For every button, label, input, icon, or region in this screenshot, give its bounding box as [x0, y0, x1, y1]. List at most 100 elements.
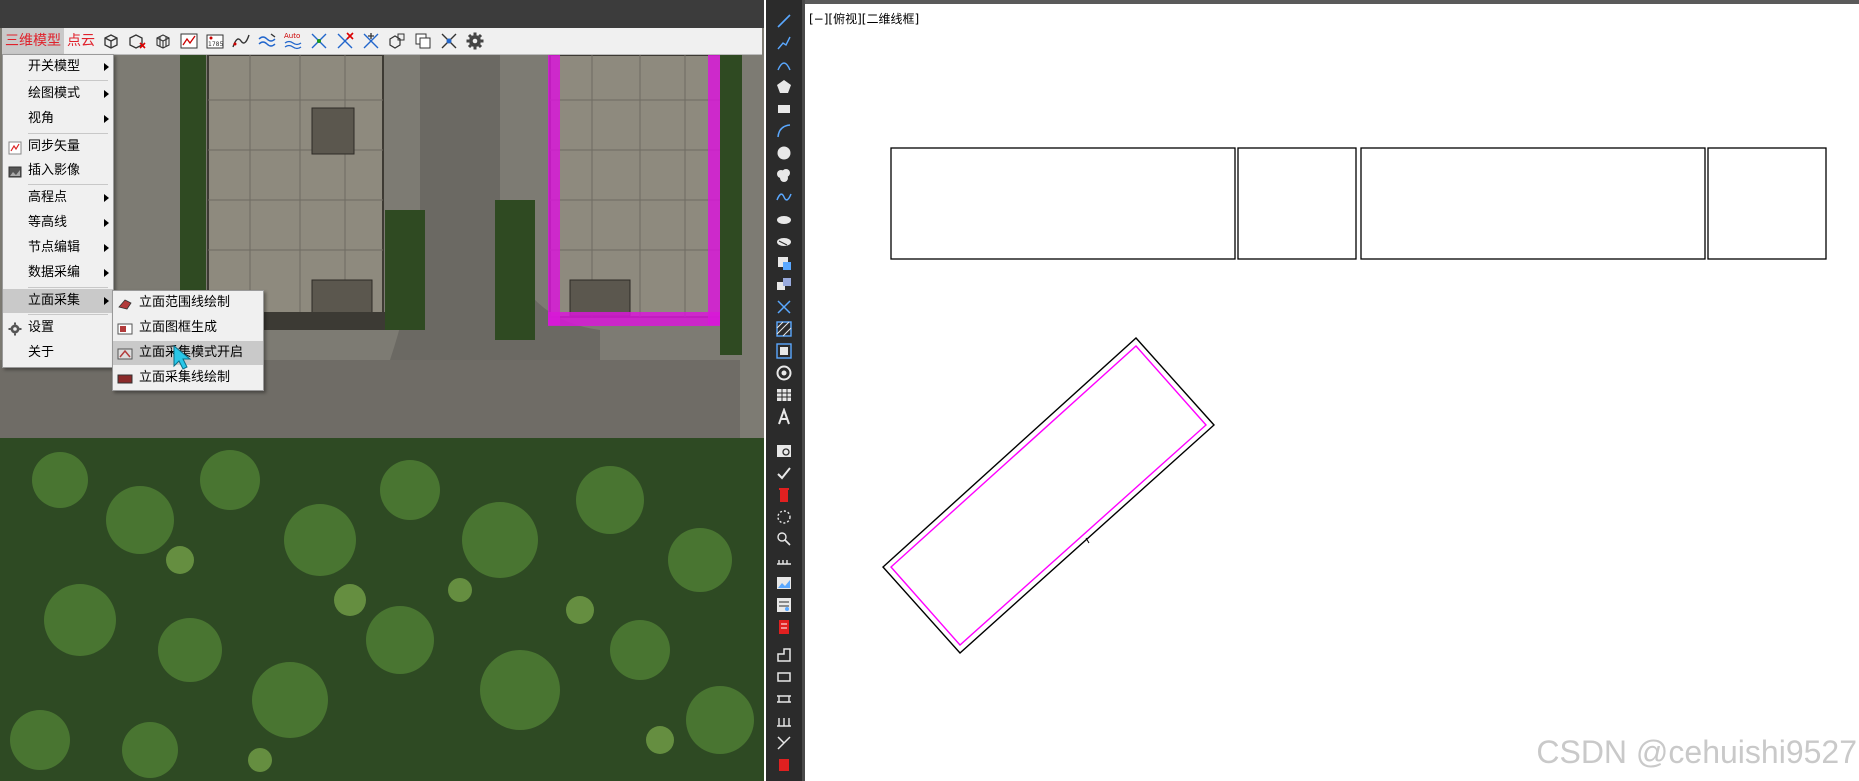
- menu-item-toggle-model[interactable]: 开关模型: [3, 55, 113, 79]
- dim-rect-icon[interactable]: [775, 668, 793, 686]
- polygon-icon[interactable]: [775, 78, 793, 96]
- menu-item-node-edit[interactable]: 节点编辑: [3, 236, 113, 260]
- submenu-arrow-icon: [104, 269, 109, 277]
- facade-frame-3: [1360, 147, 1706, 260]
- menu-item-about[interactable]: 关于: [3, 341, 113, 365]
- layer-icon[interactable]: [412, 30, 434, 52]
- submenu-item-facade-range[interactable]: 立面范围线绘制: [113, 291, 263, 315]
- break-icon[interactable]: [775, 508, 793, 526]
- dim-continue-icon[interactable]: [775, 690, 793, 708]
- menu-item-sync-vector[interactable]: 同步矢量: [3, 135, 113, 159]
- cube-frame-icon[interactable]: [100, 30, 122, 52]
- facade-mode-icon: [117, 346, 133, 360]
- cad-draw-toolbar: [766, 0, 802, 781]
- attribute-icon[interactable]: [775, 464, 793, 482]
- submenu-arrow-icon: [104, 90, 109, 98]
- hatch-icon[interactable]: [775, 320, 793, 338]
- ellipse-icon[interactable]: [775, 210, 793, 228]
- cube-delete-icon[interactable]: [126, 30, 148, 52]
- red-marker-icon[interactable]: [775, 618, 793, 636]
- building-outline: [882, 337, 1215, 654]
- facade-frame-2: [1237, 147, 1357, 260]
- menu-separator: [28, 287, 108, 288]
- menu-item-data-collect[interactable]: 数据采编: [3, 261, 113, 285]
- region-icon[interactable]: [775, 364, 793, 382]
- cursor-pointer-icon: [173, 344, 192, 370]
- wave-icon[interactable]: [256, 30, 278, 52]
- svg-text:Auto: Auto: [284, 32, 300, 40]
- point-icon[interactable]: [775, 298, 793, 316]
- menu-point-cloud[interactable]: 点云: [64, 28, 98, 54]
- elevation-marker-icon[interactable]: 1785: [204, 30, 226, 52]
- cube-wire-icon[interactable]: [152, 30, 174, 52]
- facade-submenu: 立面范围线绘制 立面图框生成 立面采集模式开启 立面采集线绘制: [112, 290, 264, 391]
- make-block-icon[interactable]: [775, 276, 793, 294]
- dim-style-icon[interactable]: [775, 734, 793, 752]
- submenu-arrow-icon: [104, 219, 109, 227]
- ellipse-arc-icon[interactable]: [775, 232, 793, 250]
- circle-icon[interactable]: [775, 144, 793, 162]
- facade-range-icon: [117, 296, 133, 310]
- menu-item-insert-image[interactable]: 插入影像: [3, 159, 113, 183]
- menu-item-facade-collect[interactable]: 立面采集: [3, 289, 113, 313]
- gradient-icon[interactable]: [775, 342, 793, 360]
- menu-item-settings[interactable]: 设置: [3, 316, 113, 340]
- submenu-arrow-icon: [104, 244, 109, 252]
- model-viewport[interactable]: 三维模型 点云 1785 Auto 开关模型 绘图模式 视角 同步矢量 插入影像…: [0, 0, 764, 781]
- revision-cloud-icon[interactable]: [775, 166, 793, 184]
- cad-model-space[interactable]: [−][俯视][二维线框] CSDN @cehuishi9527: [805, 0, 1859, 781]
- image-icon[interactable]: [775, 574, 793, 592]
- model-dropdown-menu: 开关模型 绘图模式 视角 同步矢量 插入影像 高程点 等高线 节点编辑 数据采编…: [2, 54, 114, 368]
- svg-text:1785: 1785: [208, 41, 223, 48]
- node-move-icon[interactable]: [360, 30, 382, 52]
- join-icon[interactable]: [775, 530, 793, 548]
- insert-block-icon[interactable]: [775, 254, 793, 272]
- table-icon[interactable]: [775, 386, 793, 404]
- rectangle-icon[interactable]: [775, 100, 793, 118]
- watermark: CSDN @cehuishi9527: [1536, 734, 1857, 770]
- field-icon[interactable]: [775, 442, 793, 460]
- submenu-arrow-icon: [104, 115, 109, 123]
- cad-drawing: [882, 147, 1827, 654]
- settings-icon: [8, 321, 22, 336]
- node-edit-icon[interactable]: [308, 30, 330, 52]
- xref-icon[interactable]: [775, 596, 793, 614]
- menu-item-contour[interactable]: 等高线: [3, 211, 113, 235]
- erase-icon[interactable]: [775, 486, 793, 504]
- arc-icon[interactable]: [775, 122, 793, 140]
- settings-gear-icon[interactable]: [464, 30, 486, 52]
- spline-icon[interactable]: [775, 188, 793, 206]
- text-icon[interactable]: [775, 407, 793, 426]
- arc-3pt-icon[interactable]: [775, 56, 793, 74]
- red-end-icon[interactable]: [775, 756, 793, 774]
- polyline-icon[interactable]: [775, 34, 793, 52]
- menu-item-draw-mode[interactable]: 绘图模式: [3, 82, 113, 106]
- dim-linear-icon[interactable]: [775, 646, 793, 664]
- snap-icon[interactable]: [438, 30, 460, 52]
- facade-frame-icon: [117, 321, 133, 335]
- sync-vector-icon: [8, 140, 22, 155]
- auto-contour-icon[interactable]: Auto: [282, 30, 304, 52]
- menu-separator: [28, 133, 108, 134]
- chart-icon[interactable]: [178, 30, 200, 52]
- menu-separator: [28, 184, 108, 185]
- line-icon[interactable]: [775, 12, 793, 30]
- menu-3d-model[interactable]: 三维模型: [2, 28, 64, 54]
- submenu-arrow-icon: [104, 194, 109, 202]
- insert-image-icon: [8, 164, 22, 178]
- model-copy-icon[interactable]: [386, 30, 408, 52]
- submenu-arrow-icon: [104, 297, 109, 305]
- dim-baseline-icon[interactable]: [775, 712, 793, 730]
- facade-frame-4: [1707, 147, 1827, 260]
- menu-item-view-angle[interactable]: 视角: [3, 107, 113, 131]
- ruler-icon[interactable]: [775, 552, 793, 570]
- submenu-item-facade-frame[interactable]: 立面图框生成: [113, 316, 263, 340]
- node-delete-icon[interactable]: [334, 30, 356, 52]
- curve-icon[interactable]: [230, 30, 252, 52]
- facade-frame-1: [890, 147, 1236, 260]
- viewport-title-bar: [0, 0, 764, 28]
- facade-line-icon: [117, 371, 133, 385]
- menu-separator: [28, 314, 108, 315]
- submenu-arrow-icon: [104, 63, 109, 71]
- menu-item-elevation-point[interactable]: 高程点: [3, 186, 113, 210]
